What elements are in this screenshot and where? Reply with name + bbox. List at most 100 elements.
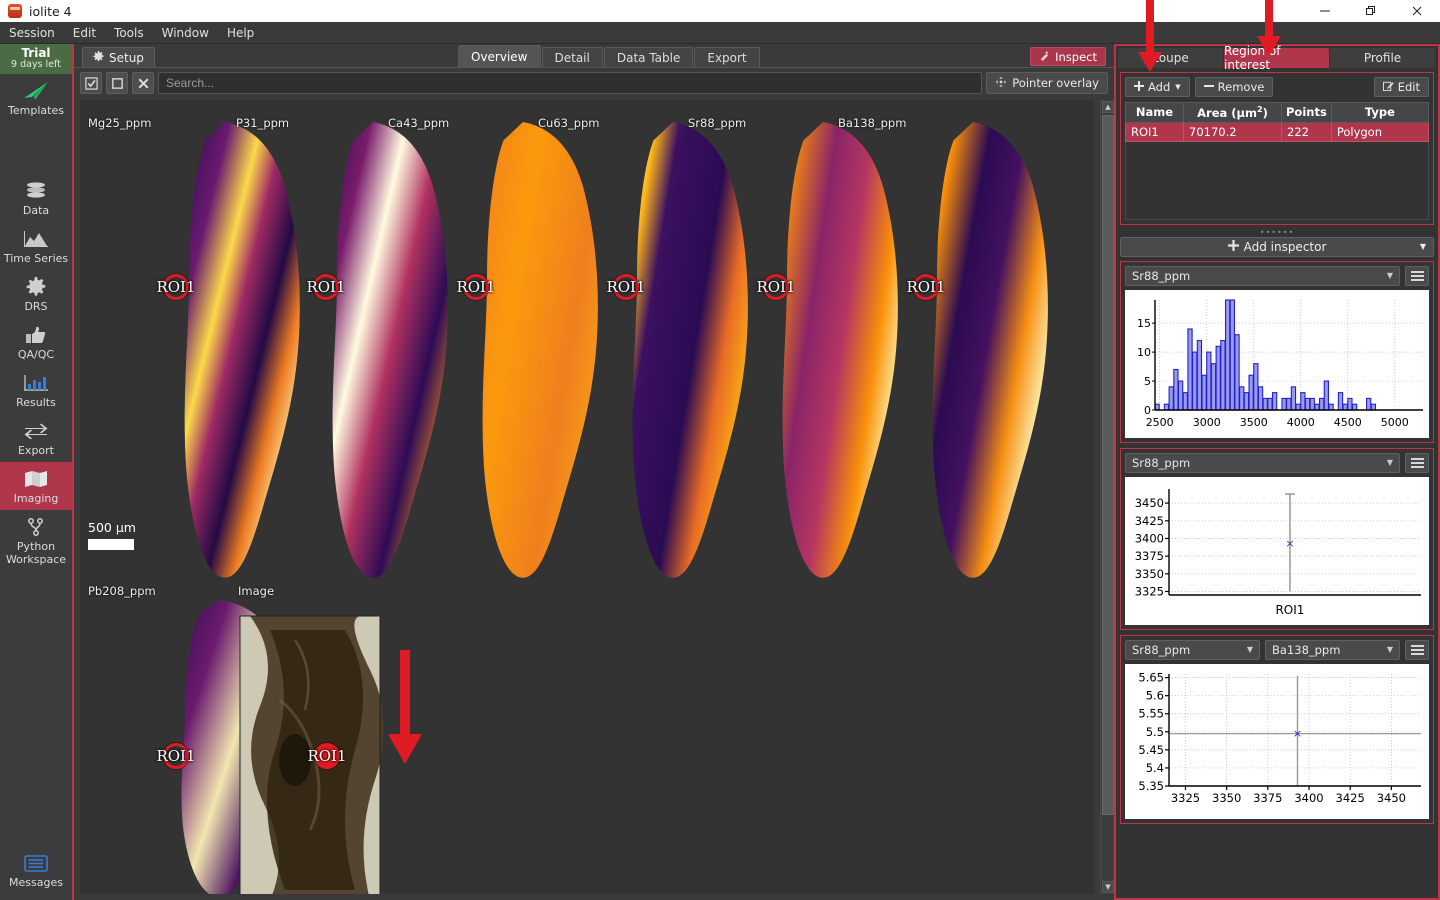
sidebar-item-messages[interactable]: Messages xyxy=(0,846,72,894)
image-canvas[interactable]: Mg25_ppm P31_ppm Ca43_ppm Cu63_ppm Sr88_… xyxy=(80,100,1094,894)
menu-help[interactable]: Help xyxy=(218,23,263,43)
sidebar-item-python-workspace[interactable]: Python Workspace xyxy=(0,510,72,571)
inspector-bivariate: Sr88_ppm ▼ Ba138_ppm ▼ 3325 3350 3375 3400 3… xyxy=(1120,634,1434,824)
roi-cell-area: 70170.2 xyxy=(1183,121,1282,142)
tab-profile[interactable]: Profile xyxy=(1330,48,1435,68)
sidebar-item-drs[interactable]: DRS xyxy=(0,270,72,318)
roi-table-empty-area xyxy=(1125,141,1429,220)
scroll-up-arrow-icon[interactable]: ▲ xyxy=(1102,101,1114,113)
map-mg25 xyxy=(184,122,300,578)
cross-icon[interactable] xyxy=(132,72,154,94)
svg-text:×: × xyxy=(1285,537,1294,550)
chevron-down-icon[interactable]: ▼ xyxy=(1420,242,1426,251)
maximize-button[interactable] xyxy=(1348,0,1394,22)
minus-icon xyxy=(1203,80,1214,94)
remove-roi-button[interactable]: Remove xyxy=(1194,77,1274,97)
roi-col-type[interactable]: Type xyxy=(1330,102,1430,123)
checkbox-empty-icon[interactable] xyxy=(106,72,128,94)
svg-text:5.6: 5.6 xyxy=(1146,689,1164,703)
right-panel-tabs: Loupe Region of interest Profile xyxy=(1116,44,1438,72)
sidebar-label-messages: Messages xyxy=(9,876,63,889)
add-inspector-button[interactable]: Add inspector ▼ xyxy=(1120,236,1434,257)
sidebar-label-data: Data xyxy=(22,204,50,217)
svg-text:5.5: 5.5 xyxy=(1146,725,1164,739)
document-tabs: Overview Detail Data Table Export xyxy=(458,45,761,67)
chevron-down-icon: ▼ xyxy=(1175,83,1181,91)
add-roi-label: Add xyxy=(1148,80,1171,94)
center-tab-row: Setup Overview Detail Data Table Export … xyxy=(74,44,1114,68)
menu-session[interactable]: Session xyxy=(0,23,64,43)
svg-text:3425: 3425 xyxy=(1135,514,1164,528)
inspector-1-controls: Sr88_ppm ▼ xyxy=(1125,265,1429,286)
pointer-overlay-button[interactable]: Pointer overlay xyxy=(986,72,1108,94)
sidebar-item-export[interactable]: Export xyxy=(0,414,72,462)
tab-region-of-interest[interactable]: Region of interest xyxy=(1224,44,1329,72)
roi-col-name[interactable]: Name xyxy=(1125,102,1184,123)
inspector-3-menu-icon[interactable] xyxy=(1405,639,1429,660)
panel-resize-grip[interactable]: •••••• xyxy=(1116,228,1438,237)
inspector-3-y-select[interactable]: Ba138_ppm ▼ xyxy=(1265,639,1400,660)
check-all-icon[interactable] xyxy=(80,72,102,94)
roi-col-points[interactable]: Points xyxy=(1281,102,1332,123)
svg-text:3500: 3500 xyxy=(1240,416,1268,429)
tab-loupe[interactable]: Loupe xyxy=(1118,48,1223,68)
sidebar-label-export: Export xyxy=(17,444,54,457)
rail-spacer xyxy=(0,122,72,148)
svg-text:3375: 3375 xyxy=(1135,549,1164,563)
inspector-3-y-value: Ba138_ppm xyxy=(1272,642,1341,657)
table-row[interactable]: ROI1 70170.2 222 Polygon xyxy=(1125,121,1430,142)
tab-export[interactable]: Export xyxy=(694,47,760,67)
menu-window[interactable]: Window xyxy=(153,23,218,43)
tab-detail[interactable]: Detail xyxy=(541,47,603,67)
sidebar-item-templates[interactable]: Templates xyxy=(0,74,72,122)
histogram-plot[interactable]: 2500 3000 3500 4000 4500 5000 0 5 10 15 xyxy=(1125,289,1429,438)
messages-icon xyxy=(24,852,48,874)
thumbs-up-icon xyxy=(25,324,47,346)
window-title: iolite 4 xyxy=(29,3,72,19)
wand-icon xyxy=(1039,50,1050,64)
inspector-2-menu-icon[interactable] xyxy=(1405,452,1429,473)
roi-cell-type: Polygon xyxy=(1330,121,1430,142)
inspector-3-x-select[interactable]: Sr88_ppm ▼ xyxy=(1125,639,1260,660)
roi-value-svg: 3325 3350 3375 3400 3425 3450 × ROI1 xyxy=(1135,488,1421,617)
chevron-down-icon: ▼ xyxy=(1246,645,1253,655)
svg-text:3375: 3375 xyxy=(1253,791,1282,805)
svg-text:3450: 3450 xyxy=(1377,791,1406,805)
sidebar-label-time-series: Time Series xyxy=(3,252,69,265)
map-cu63 xyxy=(632,122,748,578)
edit-roi-button[interactable]: Edit xyxy=(1373,77,1429,97)
sidebar-item-results[interactable]: Results xyxy=(0,366,72,414)
canvas-vertical-scrollbar[interactable]: ▲ ▼ xyxy=(1100,100,1114,894)
add-roi-button[interactable]: Add ▼ xyxy=(1125,77,1190,97)
svg-text:3325: 3325 xyxy=(1171,791,1200,805)
sidebar-item-imaging[interactable]: Imaging xyxy=(0,462,72,510)
trial-badge[interactable]: Trial 9 days left xyxy=(0,44,72,74)
tab-overview[interactable]: Overview xyxy=(458,45,541,67)
inspect-button[interactable]: Inspect xyxy=(1030,47,1106,66)
arrows-exchange-icon xyxy=(23,420,49,442)
inspector-1-menu-icon[interactable] xyxy=(1405,265,1429,286)
close-button[interactable] xyxy=(1394,0,1440,22)
minimize-button[interactable] xyxy=(1302,0,1348,22)
sidebar-item-time-series[interactable]: Time Series xyxy=(0,222,72,270)
menu-tools[interactable]: Tools xyxy=(105,23,153,43)
crosshair-move-icon xyxy=(995,76,1007,91)
roi-col-area[interactable]: Area (µm2) xyxy=(1183,102,1282,123)
roi-value-plot[interactable]: 3325 3350 3375 3400 3425 3450 × ROI1 xyxy=(1125,476,1429,625)
bivariate-plot[interactable]: 3325 3350 3375 3400 3425 3450 5.35 5.4 5.45 5.5 5.… xyxy=(1125,663,1429,819)
scroll-down-arrow-icon[interactable]: ▼ xyxy=(1102,881,1114,893)
sidebar-item-data[interactable]: Data xyxy=(0,174,72,222)
setup-tab[interactable]: Setup xyxy=(82,47,155,67)
svg-text:2500: 2500 xyxy=(1146,416,1174,429)
left-navigation-rail: Trial 9 days left Templates Data Time Se… xyxy=(0,44,74,900)
menu-edit[interactable]: Edit xyxy=(64,23,105,43)
roi-table-header-row: Name Area (µm2) Points Type xyxy=(1125,102,1430,123)
tab-data-table[interactable]: Data Table xyxy=(603,47,694,67)
gear-icon xyxy=(26,276,46,298)
inspector-1-channel-select[interactable]: Sr88_ppm ▼ xyxy=(1125,265,1400,286)
inspector-2-channel-select[interactable]: Sr88_ppm ▼ xyxy=(1125,452,1400,473)
sidebar-item-qaqc[interactable]: QA/QC xyxy=(0,318,72,366)
scrollbar-thumb[interactable] xyxy=(1102,115,1114,815)
search-input[interactable] xyxy=(158,72,983,94)
svg-text:5.35: 5.35 xyxy=(1138,779,1164,793)
